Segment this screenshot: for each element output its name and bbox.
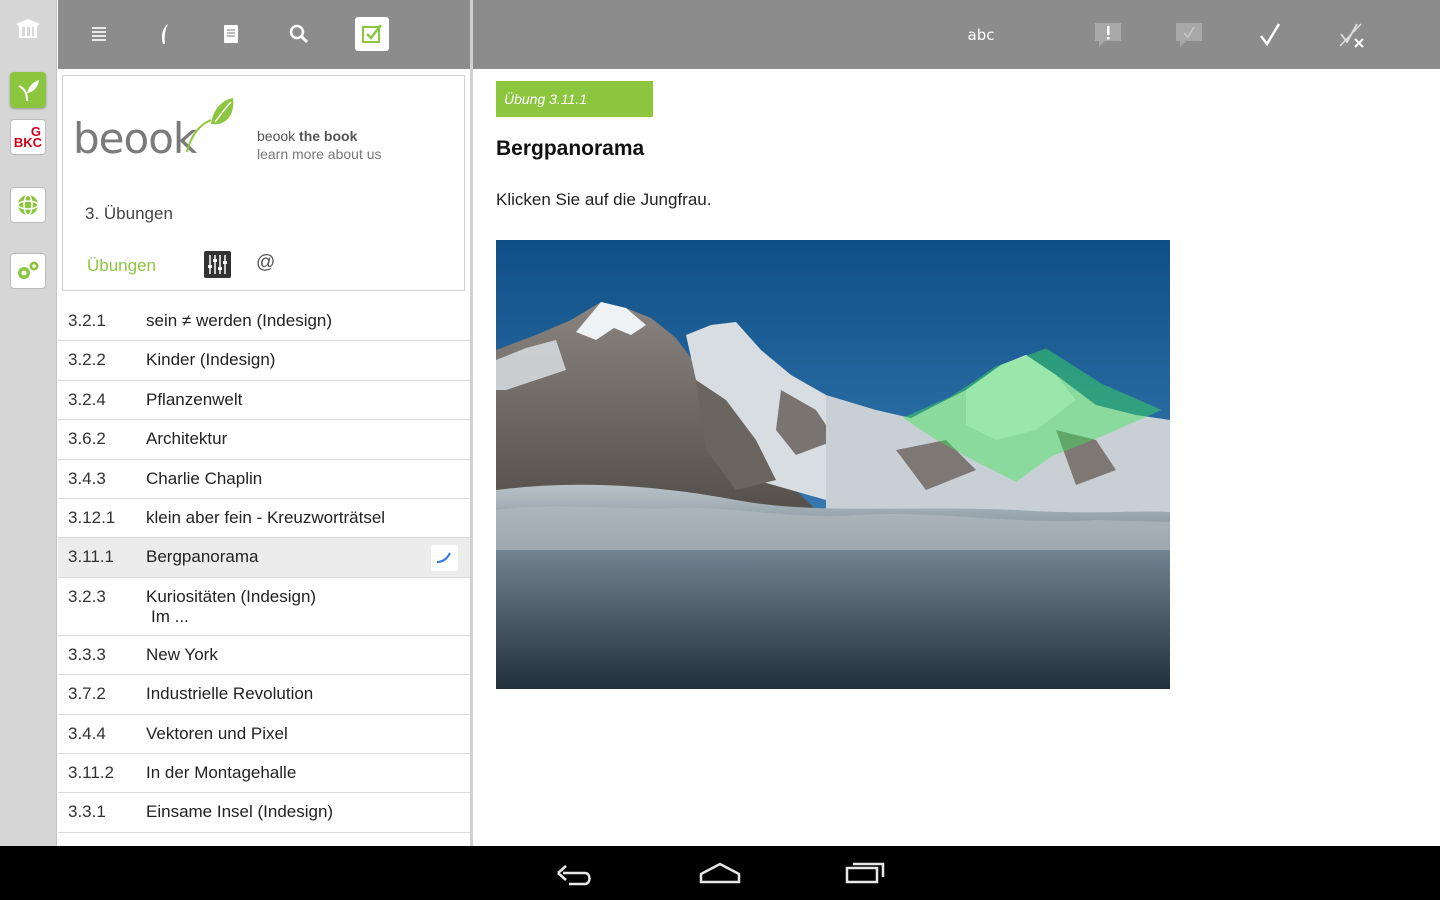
pane-divider[interactable] bbox=[470, 0, 473, 846]
exercise-instruction: Klicken Sie auf die Jungfrau. bbox=[496, 190, 712, 209]
exercise-title-text: Architektur bbox=[146, 429, 227, 449]
exercise-check-icon[interactable] bbox=[355, 17, 389, 51]
bkc-logo[interactable]: G BKC bbox=[10, 119, 46, 155]
exercise-title-text: In der Montagehalle bbox=[146, 763, 296, 783]
notes-icon[interactable] bbox=[214, 17, 248, 51]
exercise-title-main: Kinder (Indesign) bbox=[146, 350, 276, 370]
right-toolbar: abc bbox=[473, 0, 1440, 69]
exercise-number: 3.6.2 bbox=[68, 429, 106, 449]
exercise-title-text: New York bbox=[146, 645, 218, 665]
learn-more-link[interactable]: learn more about us bbox=[257, 146, 382, 162]
chapter-title: 3. Übungen bbox=[85, 204, 173, 223]
exercise-row[interactable]: 3.7.2 Industrielle Revolution bbox=[58, 675, 470, 715]
exercise-number: 3.2.1 bbox=[68, 311, 106, 330]
left-toolbar bbox=[58, 0, 470, 69]
home-icon[interactable] bbox=[698, 860, 742, 891]
exercise-title-main: Charlie Chaplin bbox=[146, 468, 263, 488]
quill-icon[interactable] bbox=[148, 17, 182, 51]
exercise-title-text: sein ≠ werden (Indesign) bbox=[146, 311, 332, 331]
reset-icon[interactable] bbox=[1334, 17, 1370, 53]
abc-label: abc bbox=[967, 26, 995, 44]
exercise-badge: Übung 3.11.1 bbox=[496, 81, 653, 117]
exercise-number: 3.3.1 bbox=[68, 802, 106, 822]
tagline-bold: the book bbox=[299, 128, 358, 144]
tagline-prefix: beook bbox=[257, 128, 296, 144]
exercise-title-main: Kuriositäten (Indesign) bbox=[146, 586, 317, 606]
book-tagline[interactable]: beook the book bbox=[257, 128, 357, 144]
search-icon[interactable] bbox=[282, 17, 316, 51]
check-icon[interactable] bbox=[1252, 17, 1288, 53]
exercise-title-text: klein aber fein - Kreuzworträtsel bbox=[146, 508, 385, 528]
book-header-card: beook beook the book learn more about us… bbox=[62, 75, 465, 291]
exercise-title-text: Kinder (Indesign) bbox=[146, 350, 275, 370]
exercise-row[interactable]: 3.2.4 Pflanzenwelt bbox=[58, 381, 470, 421]
exercise-title-text: Vektoren und Pixel bbox=[146, 724, 288, 744]
app-rail: G BKC bbox=[0, 0, 57, 846]
bkc-text: BKC bbox=[13, 135, 43, 150]
exercise-title-main: New York bbox=[146, 644, 218, 664]
exercise-title-main: Bergpanorama bbox=[146, 547, 259, 567]
exercise-title-text: Einsame Insel (Indesign) bbox=[146, 802, 333, 822]
filter-sliders-icon[interactable] bbox=[204, 251, 231, 278]
exercise-title-main: Architektur bbox=[146, 429, 228, 449]
beook-leaf-logo-icon bbox=[181, 94, 237, 159]
exercise-number: 3.11.1 bbox=[68, 547, 115, 567]
exercise-row[interactable]: 3.3.1 Einsame Insel (Indesign) bbox=[58, 793, 470, 833]
exercise-title-text: Kuriositäten (Indesign) Im ... bbox=[146, 587, 316, 627]
exercise-row-partial[interactable] bbox=[58, 833, 470, 846]
exercise-number: 3.3.3 bbox=[68, 644, 106, 664]
exercise-number: 3.12.1 bbox=[68, 507, 116, 527]
gears-icon[interactable] bbox=[10, 253, 46, 289]
exercise-title-main: Einsame Insel (Indesign) bbox=[146, 802, 334, 822]
library-icon[interactable] bbox=[10, 12, 46, 48]
exercise-title-text: Bergpanorama bbox=[146, 547, 258, 567]
back-icon[interactable] bbox=[555, 860, 595, 891]
exercise-list: 3.2.1 sein ≠ werden (Indesign) 3.2.2 Kinder… bbox=[58, 302, 470, 846]
exercise-row[interactable]: 3.4.3 Charlie Chaplin bbox=[58, 460, 470, 499]
plant-icon[interactable] bbox=[10, 72, 46, 108]
exercise-number: 3.2.2 bbox=[68, 350, 106, 370]
exercise-row[interactable]: 3.3.3 New York bbox=[58, 636, 470, 676]
exercise-number: 3.4.4 bbox=[68, 723, 106, 743]
hint-icon[interactable] bbox=[1090, 17, 1126, 53]
tab-uebungen[interactable]: Übungen bbox=[87, 256, 156, 276]
exercise-number: 3.2.3 bbox=[68, 586, 106, 606]
mountain-panorama-image[interactable] bbox=[496, 240, 1170, 689]
system-nav-bar bbox=[0, 846, 1440, 900]
exercise-title-main: In der Montagehalle bbox=[146, 762, 297, 782]
exercise-title-main: Industrielle Revolution bbox=[146, 684, 314, 704]
beook-logo-text[interactable]: beook bbox=[73, 114, 197, 163]
exercise-title-text: Industrielle Revolution bbox=[146, 684, 313, 704]
exercise-number: 3.11.2 bbox=[68, 762, 115, 782]
exercise-title-main: Vektoren und Pixel bbox=[146, 723, 288, 743]
exercise-number: 3.2.4 bbox=[68, 389, 106, 409]
tab-mentions-icon[interactable]: @ bbox=[256, 252, 275, 274]
exercise-number: 3.7.2 bbox=[68, 684, 106, 704]
exercise-row[interactable]: 3.11.1 Bergpanorama bbox=[58, 538, 470, 578]
exercise-title-main: klein aber fein - Kreuzworträtsel bbox=[146, 507, 386, 527]
exercise-title-main: Pflanzenwelt bbox=[146, 389, 243, 409]
exercise-row[interactable]: 3.4.4 Vektoren und Pixel bbox=[58, 715, 470, 754]
text-mode-icon[interactable]: abc bbox=[963, 17, 999, 53]
exercise-row[interactable]: 3.12.1 klein aber fein - Kreuzworträtsel bbox=[58, 499, 470, 539]
exercise-number: 3.4.3 bbox=[68, 468, 106, 488]
progress-check-icon bbox=[431, 545, 458, 572]
exercise-row[interactable]: 3.2.1 sein ≠ werden (Indesign) bbox=[58, 302, 470, 342]
exercise-title: Bergpanorama bbox=[496, 137, 645, 160]
exercise-row[interactable]: 3.2.3 Kuriositäten (Indesign) Im ... bbox=[58, 578, 470, 636]
exercise-row[interactable]: 3.2.2 Kinder (Indesign) bbox=[58, 341, 470, 381]
exercise-subtitle: Im ... bbox=[151, 606, 189, 626]
recents-icon[interactable] bbox=[843, 860, 887, 891]
exercise-row[interactable]: 3.6.2 Architektur bbox=[58, 420, 470, 460]
globe-icon[interactable] bbox=[10, 187, 46, 223]
exercise-title-text: Pflanzenwelt bbox=[146, 390, 242, 410]
list-icon[interactable] bbox=[82, 17, 116, 51]
exercise-title-main: sein ≠ werden (Indesign) bbox=[146, 311, 333, 330]
exercise-title-text: Charlie Chaplin bbox=[146, 469, 262, 489]
exercise-row[interactable]: 3.11.2 In der Montagehalle bbox=[58, 754, 470, 794]
verify-icon[interactable] bbox=[1171, 17, 1207, 53]
